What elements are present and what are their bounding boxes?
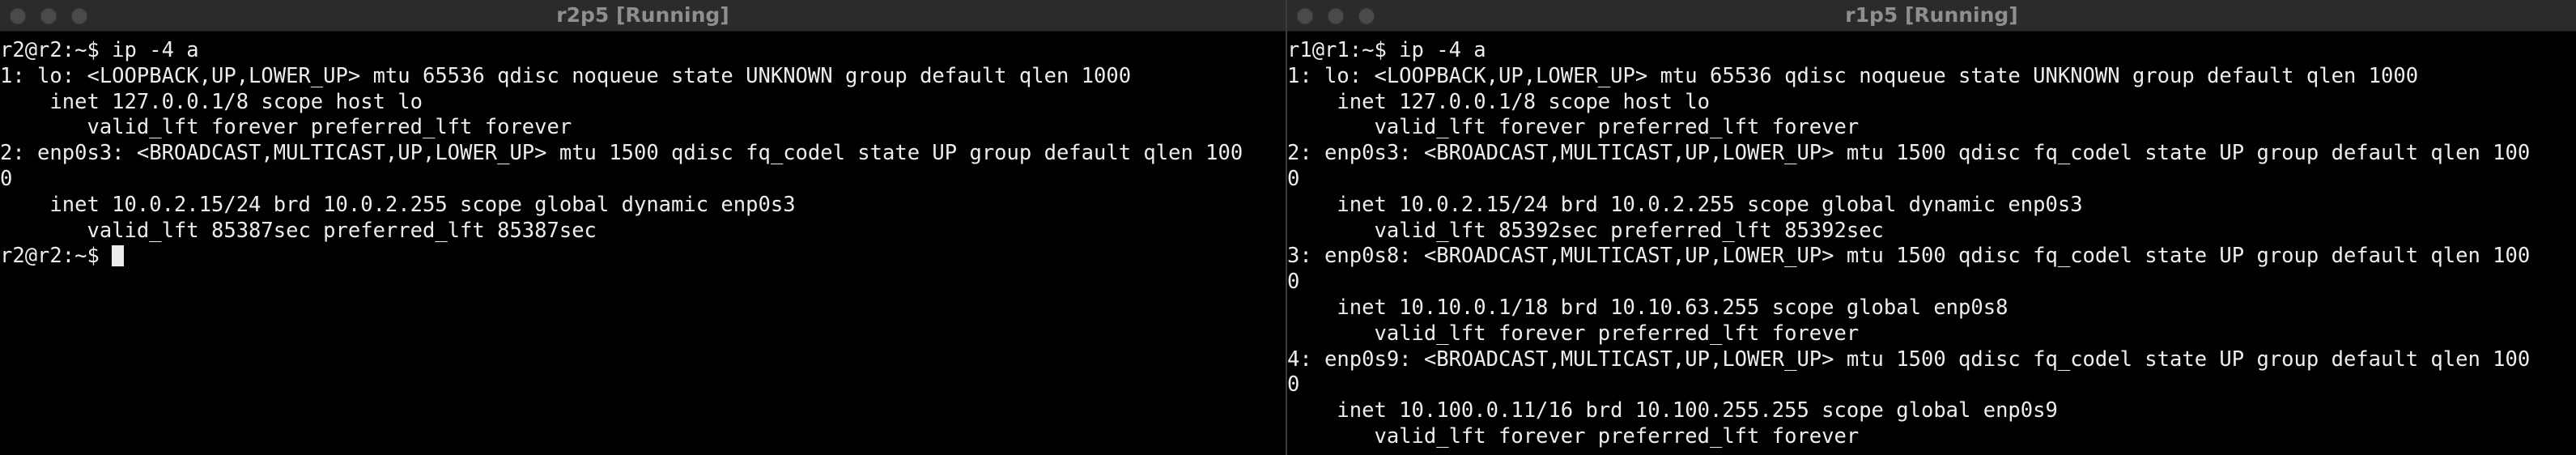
terminal-line: 0 — [1287, 270, 1300, 295]
window-titlebar[interactable]: r1p5 [Running] — [1287, 0, 2576, 32]
terminal-output[interactable]: r1@r1:~$ ip -4 a 1: lo: <LOOPBACK,UP,LOW… — [1287, 38, 2576, 455]
terminal-line: 1: lo: <LOOPBACK,UP,LOWER_UP> mtu 65536 … — [0, 63, 1132, 88]
terminal-line: 2: enp0s3: <BROADCAST,MULTICAST,UP,LOWER… — [1287, 141, 2531, 166]
terminal-output[interactable]: r2@r2:~$ ip -4 a 1: lo: <LOOPBACK,UP,LOW… — [0, 38, 1286, 455]
terminal-line: r1@r1:~$ ip -4 a — [1287, 38, 1486, 62]
terminal-prompt-line[interactable]: r2@r2:~$ — [0, 244, 1286, 270]
prompt-text: r2@r2:~$ — [0, 244, 113, 269]
terminal-window-r2p5[interactable]: r2p5 [Running] r2@r2:~$ ip -4 a 1: lo: <… — [0, 0, 1286, 455]
terminal-line: inet 10.0.2.15/24 brd 10.0.2.255 scope g… — [1287, 192, 2083, 217]
terminal-line: 0 — [0, 166, 13, 191]
window-title: r1p5 [Running] — [1845, 3, 2018, 27]
terminal-line: inet 10.0.2.15/24 brd 10.0.2.255 scope g… — [0, 192, 796, 217]
terminal-line: valid_lft forever preferred_lft forever — [1287, 423, 1860, 449]
window-title: r2p5 [Running] — [556, 3, 729, 27]
terminal-line: inet 10.10.0.1/18 brd 10.10.63.255 scope… — [1287, 295, 2009, 320]
terminal-line: 2: enp0s3: <BROADCAST,MULTICAST,UP,LOWER… — [0, 141, 1243, 166]
terminal-line: 0 — [1287, 166, 1300, 191]
terminal-line: valid_lft forever preferred_lft forever — [1287, 115, 1860, 140]
window-titlebar[interactable]: r2p5 [Running] — [0, 0, 1286, 32]
terminal-line: 0 — [1287, 372, 1300, 398]
terminal-cursor — [112, 245, 125, 267]
terminal-line: inet 10.100.0.11/16 brd 10.100.255.255 s… — [1287, 398, 2058, 423]
terminal-line: 3: enp0s8: <BROADCAST,MULTICAST,UP,LOWER… — [1287, 244, 2531, 269]
terminal-line: r2@r2:~$ ip -4 a — [0, 38, 199, 62]
terminal-line: valid_lft forever preferred_lft forever — [0, 115, 572, 140]
terminal-window-r1p5[interactable]: r1p5 [Running] r1@r1:~$ ip -4 a 1: lo: <… — [1287, 0, 2576, 455]
terminal-line: 4: enp0s9: <BROADCAST,MULTICAST,UP,LOWER… — [1287, 347, 2531, 372]
terminal-line: 1: lo: <LOOPBACK,UP,LOWER_UP> mtu 65536 … — [1287, 63, 2419, 88]
terminal-line: valid_lft 85392sec preferred_lft 85392se… — [1287, 218, 1884, 243]
desktop: r2p5 [Running] r2@r2:~$ ip -4 a 1: lo: <… — [0, 0, 2576, 455]
terminal-line: valid_lft forever preferred_lft forever — [1287, 321, 1860, 346]
terminal-line: valid_lft 85387sec preferred_lft 85387se… — [0, 218, 597, 243]
terminal-line: inet 127.0.0.1/8 scope host lo — [0, 89, 423, 114]
terminal-line: inet 127.0.0.1/8 scope host lo — [1287, 89, 1710, 114]
